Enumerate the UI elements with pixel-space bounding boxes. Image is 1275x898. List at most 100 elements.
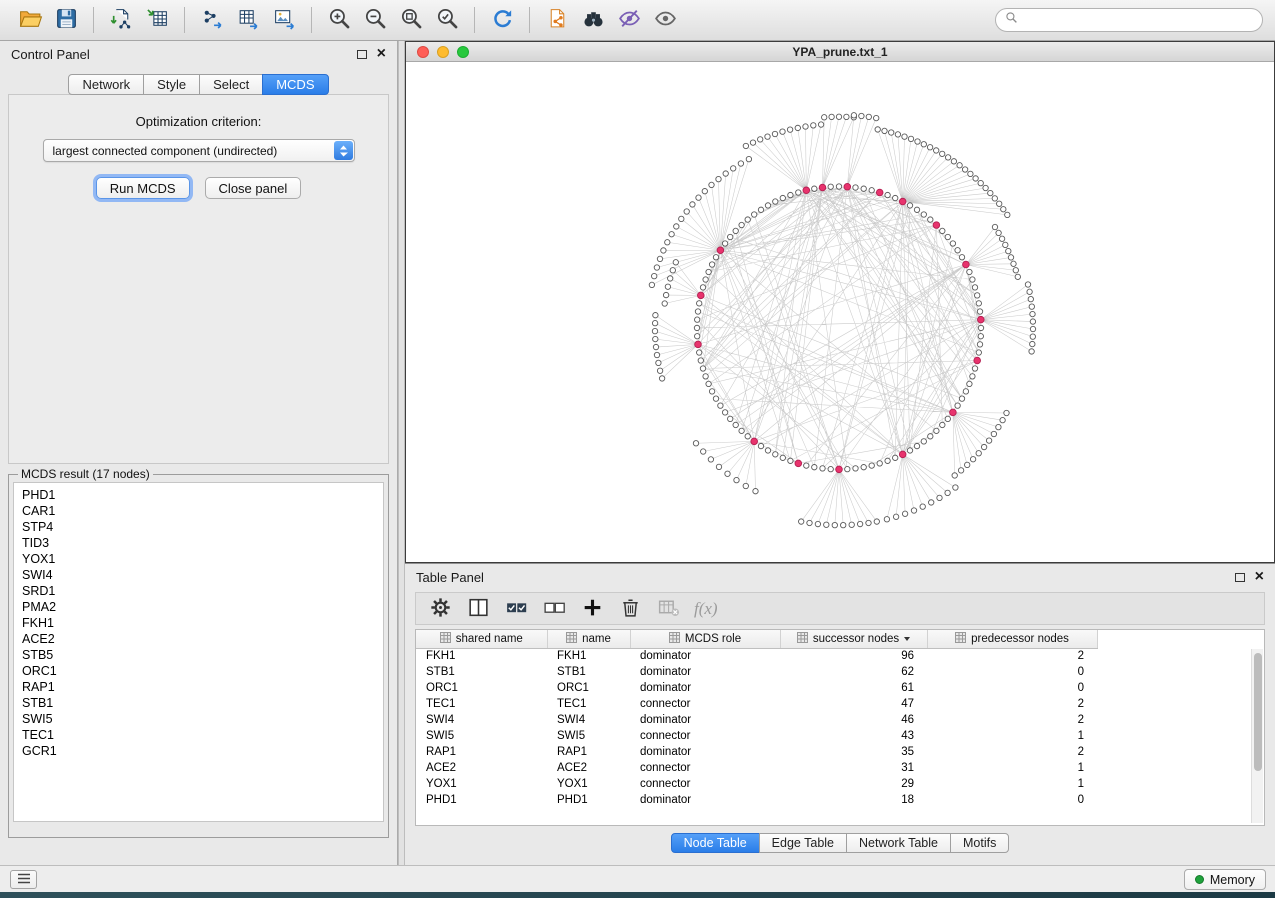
find-network-button[interactable] (576, 5, 610, 35)
graph-node[interactable] (673, 260, 678, 265)
graph-node[interactable] (828, 466, 833, 471)
graph-node[interactable] (716, 464, 721, 469)
graph-node[interactable] (844, 114, 849, 119)
graph-node[interactable] (841, 522, 846, 527)
graph-node[interactable] (745, 434, 750, 439)
graph-node[interactable] (697, 350, 702, 355)
graph-node[interactable] (818, 122, 823, 127)
graph-node[interactable] (861, 464, 866, 469)
hide-graphics-button[interactable] (612, 5, 646, 35)
graph-node[interactable] (662, 301, 667, 306)
graph-node[interactable] (661, 248, 666, 253)
graph-node[interactable] (739, 428, 744, 433)
graph-node[interactable] (986, 438, 991, 443)
graph-node[interactable] (824, 522, 829, 527)
graph-node[interactable] (734, 477, 739, 482)
graph-node[interactable] (915, 139, 920, 144)
graph-node[interactable] (928, 217, 933, 222)
graph-node[interactable] (649, 282, 654, 287)
window-zoom-button[interactable] (457, 46, 469, 58)
graph-node[interactable] (893, 195, 898, 200)
graph-node[interactable] (697, 301, 702, 306)
graph-node[interactable] (1028, 296, 1033, 301)
graph-node[interactable] (977, 342, 982, 347)
column-header-name[interactable]: name (547, 630, 630, 648)
dominator-node[interactable] (933, 222, 940, 229)
graph-node[interactable] (723, 171, 728, 176)
memory-button[interactable]: Memory (1184, 869, 1266, 890)
graph-node[interactable] (976, 451, 981, 456)
network-window-titlebar[interactable]: YPA_prune.txt_1 (406, 42, 1274, 62)
graph-node[interactable] (731, 166, 736, 171)
graph-node[interactable] (845, 466, 850, 471)
graph-node[interactable] (940, 422, 945, 427)
graph-node[interactable] (653, 344, 658, 349)
mcds-result-item[interactable]: STP4 (22, 519, 375, 535)
dominator-node[interactable] (899, 198, 906, 205)
refresh-view-button[interactable] (485, 5, 519, 35)
graph-node[interactable] (921, 439, 926, 444)
float-table-panel-icon[interactable] (1235, 573, 1245, 582)
graph-node[interactable] (853, 185, 858, 190)
table-row[interactable]: TEC1TEC1connector472 (416, 696, 1097, 712)
graph-node[interactable] (970, 277, 975, 282)
graph-node[interactable] (950, 241, 955, 246)
show-graphics-button[interactable] (648, 5, 682, 35)
delete-column-button[interactable] (612, 595, 648, 623)
graph-node[interactable] (698, 358, 703, 363)
graph-node[interactable] (753, 488, 758, 493)
graph-node[interactable] (997, 201, 1002, 206)
graph-node[interactable] (1030, 334, 1035, 339)
dominator-node[interactable] (978, 316, 985, 323)
table-row[interactable]: ORC1ORC1dominator610 (416, 680, 1097, 696)
graph-node[interactable] (945, 234, 950, 239)
graph-node[interactable] (674, 224, 679, 229)
graph-node[interactable] (851, 113, 856, 118)
mcds-result-item[interactable]: RAP1 (22, 679, 375, 695)
table-scrollbar[interactable] (1251, 649, 1263, 823)
graph-node[interactable] (743, 143, 748, 148)
graph-node[interactable] (927, 145, 932, 150)
graph-node[interactable] (958, 468, 963, 473)
dominator-node[interactable] (803, 187, 810, 194)
graph-node[interactable] (713, 255, 718, 260)
graph-node[interactable] (940, 151, 945, 156)
graph-node[interactable] (866, 520, 871, 525)
graph-node[interactable] (758, 443, 763, 448)
dominator-node[interactable] (974, 357, 981, 364)
graph-node[interactable] (780, 455, 785, 460)
graph-node[interactable] (811, 123, 816, 128)
close-panel-button[interactable]: Close panel (205, 177, 302, 199)
zoom-fit-button[interactable] (394, 5, 428, 35)
graph-node[interactable] (934, 428, 939, 433)
graph-node[interactable] (955, 248, 960, 253)
graph-node[interactable] (907, 203, 912, 208)
graph-node[interactable] (669, 232, 674, 237)
table-row[interactable]: SWI4SWI4dominator462 (416, 712, 1097, 728)
mcds-result-item[interactable]: CAR1 (22, 503, 375, 519)
graph-node[interactable] (945, 490, 950, 495)
graph-node[interactable] (752, 212, 757, 217)
graph-node[interactable] (988, 190, 993, 195)
graph-node[interactable] (999, 236, 1004, 241)
mcds-result-item[interactable]: SRD1 (22, 583, 375, 599)
column-header-predecessor-nodes[interactable]: predecessor nodes (927, 630, 1097, 648)
graph-node[interactable] (959, 396, 964, 401)
graph-node[interactable] (695, 334, 700, 339)
graph-node[interactable] (945, 155, 950, 160)
graph-node[interactable] (920, 504, 925, 509)
graph-node[interactable] (657, 256, 662, 261)
graph-node[interactable] (659, 376, 664, 381)
mcds-result-item[interactable]: PHD1 (22, 487, 375, 503)
network-graph[interactable] (406, 63, 1274, 562)
graph-node[interactable] (709, 389, 714, 394)
graph-node[interactable] (1030, 326, 1035, 331)
graph-node[interactable] (1000, 417, 1005, 422)
graph-node[interactable] (773, 199, 778, 204)
graph-node[interactable] (908, 136, 913, 141)
run-mcds-button[interactable]: Run MCDS (96, 177, 190, 199)
graph-node[interactable] (652, 273, 657, 278)
zoom-selected-button[interactable] (430, 5, 464, 35)
graph-node[interactable] (874, 115, 879, 120)
dominator-node[interactable] (876, 189, 883, 196)
